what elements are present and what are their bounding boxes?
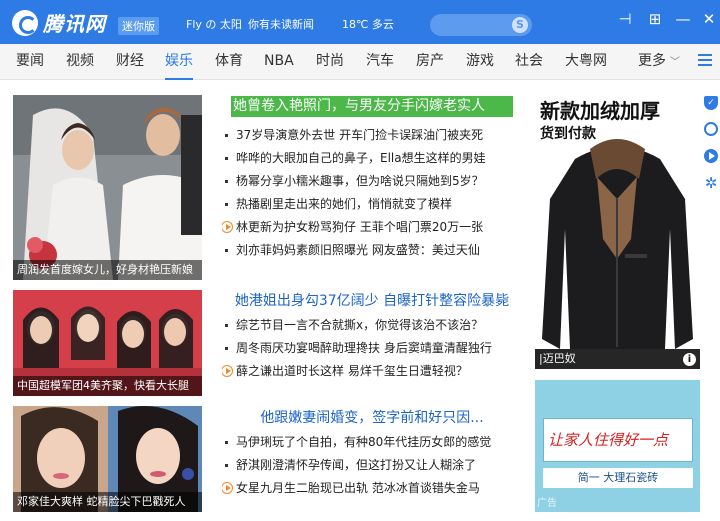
refresh-icon[interactable]: [704, 122, 718, 136]
ad-tag: 广告: [537, 498, 557, 509]
ad-brand: 简一 大理石瓷砖: [543, 468, 693, 488]
list-item[interactable]: 林更新为护女粉骂狗仔 王菲个唱门票20万一张: [222, 216, 522, 239]
video-play-icon: [222, 482, 233, 494]
tab-nba[interactable]: NBA: [264, 44, 294, 80]
list-item[interactable]: 刘亦菲妈妈素颜旧照曝光 网友盛赞：美过天仙: [222, 239, 522, 262]
news-title: 马伊琍玩了个自拍，有种80年代挂历女郎的感觉: [236, 435, 492, 449]
search-icon[interactable]: S: [512, 17, 528, 33]
ad-info-icon[interactable]: i: [683, 353, 696, 366]
bullet-icon: [225, 203, 228, 206]
video-play-icon: [222, 365, 233, 377]
bullet-icon: [225, 249, 228, 252]
ad-source: |迈巴奴: [539, 352, 576, 365]
list-item[interactable]: 哗哗的大眼加自己的鼻子，Ella想生这样的男娃: [222, 147, 522, 170]
weather-info[interactable]: 18℃ 多云: [342, 16, 394, 32]
list-item[interactable]: 马伊琍玩了个自拍，有种80年代挂历女郎的感觉: [222, 431, 522, 454]
tencent-logo-icon: [12, 9, 38, 36]
tile-ad[interactable]: 让家人住得好一点 简一 大理石瓷砖 广告: [535, 380, 700, 512]
user-name[interactable]: Fly の 太阳: [186, 16, 242, 32]
news-title: 女星九月生二胎现已出轨 范冰冰首谈错失金马: [236, 481, 480, 495]
photo-caption: 周润发首度嫁女儿，好身材艳压新娘: [13, 260, 202, 280]
play-icon[interactable]: [704, 149, 718, 163]
channel-nav: 要闻 视频 财经 娱乐 体育 NBA 时尚 汽车 房产 游戏 社会 大粤网 更多…: [0, 44, 720, 80]
more-menu[interactable]: 更多 ﹀: [638, 44, 680, 80]
tab-video[interactable]: 视频: [66, 44, 94, 80]
ad-slogan: 让家人住得好一点: [548, 431, 669, 449]
news-list-1: 37岁导演意外去世 开车门捡卡误踩油门被夹死 哗哗的大眼加自己的鼻子，Ella想…: [222, 124, 522, 262]
maximize-icon[interactable]: ⊞: [644, 8, 666, 30]
bullet-icon: [225, 441, 228, 444]
tab-auto[interactable]: 汽车: [366, 44, 394, 80]
news-title: 林更新为护女粉骂狗仔 王菲个唱门票20万一张: [236, 220, 484, 234]
tencent-logo[interactable]: 腾讯网: [12, 8, 106, 37]
tab-house[interactable]: 房产: [416, 44, 444, 80]
tab-games[interactable]: 游戏: [466, 44, 494, 80]
news-title: 薛之谦出道时长这样 易烊千玺生日遭轻视？: [236, 364, 468, 378]
tab-society[interactable]: 社会: [515, 44, 543, 80]
news-title: 综艺节目一言不合就撕x，你觉得该治不该治？: [236, 318, 484, 332]
list-item[interactable]: 舒淇刚澄清怀孕传闻，但这打扮又让人糊涂了: [222, 454, 522, 477]
photo-wedding[interactable]: 周润发首度嫁女儿，好身材艳压新娘: [13, 95, 202, 280]
section-headline[interactable]: 她港姐出身勾37亿阔少 自曝打针整容险暴毙: [222, 290, 522, 310]
ad-slogan-panel: 让家人住得好一点: [543, 418, 693, 462]
settings-icon[interactable]: ✲: [704, 176, 718, 191]
tab-finance[interactable]: 财经: [116, 44, 144, 80]
photo-caption: 邓家佳大爽样 蛇精脸尖下巴戳死人: [13, 492, 202, 512]
headline-highlight[interactable]: 她曾卷入艳照门，与男友分手闪嫁老实人: [231, 96, 513, 117]
news-list-3: 马伊琍玩了个自拍，有种80年代挂历女郎的感觉 舒淇刚澄清怀孕传闻，但这打扮又让人…: [222, 431, 522, 500]
minimize-icon[interactable]: —: [672, 8, 694, 30]
bullet-icon: [225, 157, 228, 160]
chevron-down-icon: ﹀: [670, 57, 680, 68]
menu-icon[interactable]: [698, 54, 712, 68]
bullet-icon: [225, 464, 228, 467]
news-title: 37岁导演意外去世 开车门捡卡误踩油门被夹死: [236, 128, 484, 142]
mini-version-badge: 迷你版: [118, 17, 159, 35]
tab-news[interactable]: 要闻: [16, 44, 44, 80]
bullet-icon: [225, 134, 228, 137]
pin-icon[interactable]: ⊣: [614, 8, 636, 30]
bullet-icon: [225, 180, 228, 183]
tab-guangdong[interactable]: 大粤网: [565, 44, 607, 80]
news-title: 舒淇刚澄清怀孕传闻，但这打扮又让人糊涂了: [236, 458, 477, 472]
news-title: 热播剧里走出来的她们，悄悄就变了模样: [236, 197, 453, 211]
news-title: 哗哗的大眼加自己的鼻子，Ella想生这样的男娃: [236, 151, 486, 165]
bullet-icon: [225, 347, 228, 350]
news-title: 周冬雨厌功宴喝醉助理搀扶 身后窦靖童清醒独行: [236, 341, 492, 355]
tab-fashion[interactable]: 时尚: [316, 44, 344, 80]
list-item[interactable]: 热播剧里走出来的她们，悄悄就变了模样: [222, 193, 522, 216]
ad-source-bar: |迈巴奴: [535, 349, 700, 369]
title-bar: 腾讯网 迷你版 Fly の 太阳 你有未读新闻 18℃ 多云 S ⊣ ⊞ — ✕: [0, 0, 720, 44]
unread-news-link[interactable]: 你有未读新闻: [248, 16, 314, 32]
list-item[interactable]: 女星九月生二胎现已出轨 范冰冰首谈错失金马: [222, 477, 522, 500]
list-item[interactable]: 薛之谦出道时长这样 易烊千玺生日遭轻视？: [222, 360, 522, 383]
tab-sports[interactable]: 体育: [215, 44, 243, 80]
photo-actresses[interactable]: 邓家佳大爽样 蛇精脸尖下巴戳死人: [13, 406, 202, 512]
logo-text: 腾讯网: [43, 12, 106, 36]
jacket-ad[interactable]: 新款加绒加厚 货到付款 |迈巴奴 i: [535, 89, 700, 369]
search-input[interactable]: S: [430, 14, 532, 36]
list-item[interactable]: 综艺节目一言不合就撕x，你觉得该治不该治？: [222, 314, 522, 337]
photo-models[interactable]: 中国超模军团4美齐聚，快看大长腿: [13, 290, 202, 396]
photo-caption: 中国超模军团4美齐聚，快看大长腿: [13, 376, 202, 396]
more-label: 更多: [638, 53, 666, 69]
video-play-icon: [222, 221, 233, 233]
list-item[interactable]: 杨幂分享小糯米趣事，但为啥说只隔她到5岁？: [222, 170, 522, 193]
tab-entertainment[interactable]: 娱乐: [165, 44, 193, 80]
close-icon[interactable]: ✕: [698, 8, 720, 30]
shield-icon[interactable]: ✓: [704, 96, 718, 110]
list-item[interactable]: 37岁导演意外去世 开车门捡卡误踩油门被夹死: [222, 124, 522, 147]
bullet-icon: [225, 324, 228, 327]
section-headline[interactable]: 他跟嫩妻闹婚变，签字前和好只因...: [222, 407, 522, 427]
list-item[interactable]: 周冬雨厌功宴喝醉助理搀扶 身后窦靖童清醒独行: [222, 337, 522, 360]
news-list-2: 综艺节目一言不合就撕x，你觉得该治不该治？ 周冬雨厌功宴喝醉助理搀扶 身后窦靖童…: [222, 314, 522, 383]
wedding-photo-image: [13, 95, 202, 280]
news-title: 杨幂分享小糯米趣事，但为啥说只隔她到5岁？: [236, 174, 484, 188]
jacket-image: [542, 139, 693, 349]
news-title: 刘亦菲妈妈素颜旧照曝光 网友盛赞：美过天仙: [236, 243, 480, 257]
